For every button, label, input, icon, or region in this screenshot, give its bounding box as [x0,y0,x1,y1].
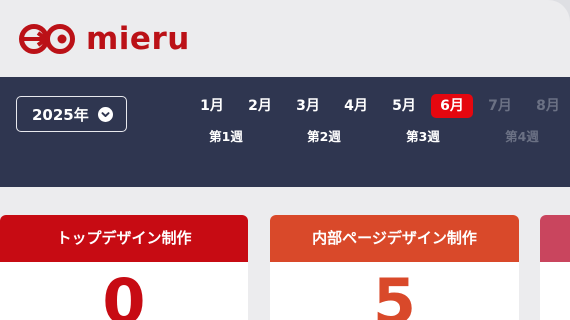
card-count: 0 [102,265,146,320]
year-select[interactable]: 2025年 [16,96,127,132]
week-tab-3[interactable]: 第3週 [388,128,458,146]
card-title [540,215,570,262]
card-title: 内部ページデザイン制作 [270,215,519,262]
mieru-logo-icon [19,24,75,54]
month-tab-2[interactable]: 2月 [239,94,281,118]
card-title: トップデザイン制作 [0,215,248,262]
brand-name: mieru [86,21,190,57]
month-tab-6[interactable]: 6月 [431,94,473,118]
month-tab-1[interactable]: 1月 [191,94,233,118]
week-tab-4[interactable]: 第4週 [487,128,557,146]
task-card-top-design[interactable]: トップデザイン制作 0 [0,215,248,320]
chevron-down-icon [98,107,113,122]
app-window: mieru 2025年 1月 2月 3月 4月 5月 6月 7月 8月 第1週 … [0,0,570,320]
year-select-label: 2025年 [32,105,89,124]
month-tab-5[interactable]: 5月 [383,94,425,118]
month-tab-3[interactable]: 3月 [287,94,329,118]
week-tab-2[interactable]: 第2週 [289,128,359,146]
task-card-inner-page-design[interactable]: 内部ページデザイン制作 5 [270,215,519,320]
task-card-partial[interactable] [540,215,570,320]
month-tab-7[interactable]: 7月 [479,94,521,118]
week-tab-1[interactable]: 第1週 [191,128,261,146]
card-count: 5 [372,265,417,320]
brand-logo[interactable]: mieru [18,21,190,57]
month-tab-4[interactable]: 4月 [335,94,377,118]
month-tab-8[interactable]: 8月 [527,94,569,118]
